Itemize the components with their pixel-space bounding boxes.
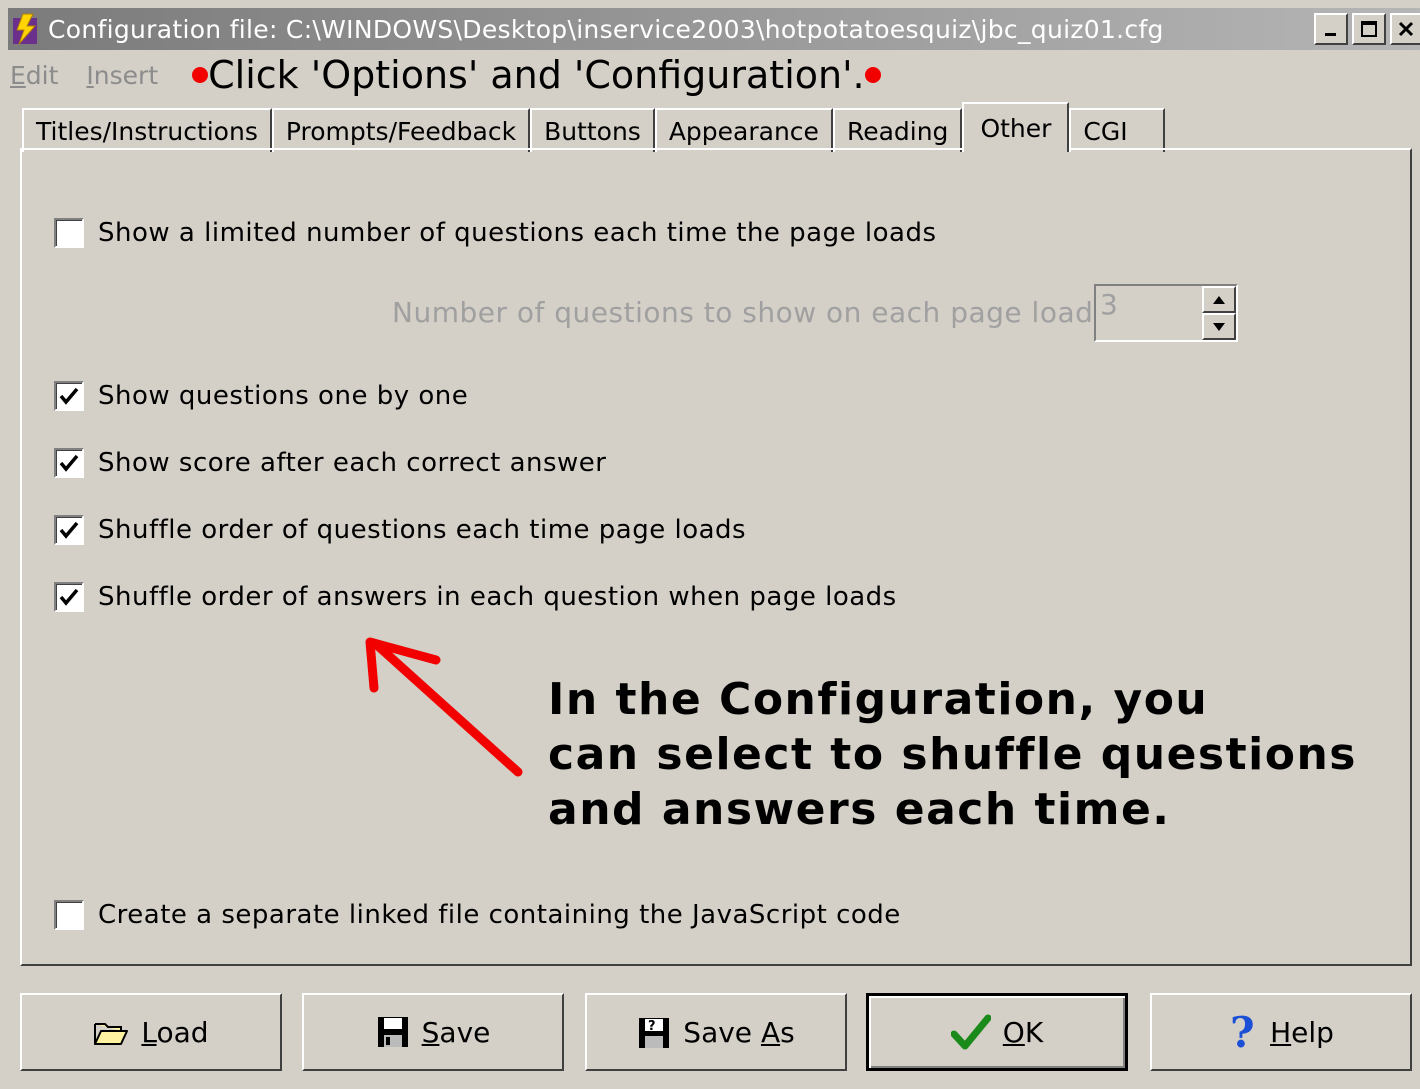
num-questions-spinner[interactable]: 3 [1094,284,1238,342]
option-label: Show a limited number of questions each … [98,218,937,248]
help-question-icon: ? [1228,1011,1258,1053]
help-button[interactable]: ? Help [1150,993,1412,1071]
tab-strip: Titles/Instructions Prompts/Feedback But… [22,102,1166,152]
load-button[interactable]: Load [20,993,282,1071]
check-icon [950,1014,991,1050]
red-dot-icon [864,67,881,83]
option-shuffle-answers[interactable]: Shuffle order of answers in each questio… [54,582,897,612]
num-questions-label: Number of questions to show on each page… [392,296,1104,329]
checkbox-shuffle-answers[interactable] [54,582,84,612]
instruction-text: Click 'Options' and 'Configuration'. [208,53,865,97]
option-limited-questions[interactable]: Show a limited number of questions each … [54,218,937,248]
check-mark-icon [59,454,79,472]
option-label: Show questions one by one [98,381,469,411]
red-arrow-icon [365,637,523,777]
checkbox-show-score[interactable] [54,448,84,478]
check-mark-icon [59,387,79,405]
save-as-button[interactable]: ? Save As [585,993,847,1071]
red-dot-icon [192,67,209,83]
option-label: Shuffle order of answers in each questio… [98,582,897,612]
tab-reading[interactable]: Reading [832,108,963,152]
num-questions-input[interactable]: 3 [1096,286,1202,340]
spin-up-button[interactable] [1202,286,1236,313]
tab-prompts-feedback[interactable]: Prompts/Feedback [271,108,531,152]
option-label: Shuffle order of questions each time pag… [98,515,747,545]
floppy-disk-icon [376,1015,410,1049]
option-separate-js[interactable]: Create a separate linked file containing… [54,900,901,930]
menu-bar: Edit Insert Click 'Options' and 'Configu… [10,53,881,97]
menu-insert[interactable]: Insert [86,61,158,90]
spin-down-button[interactable] [1202,313,1236,340]
menu-edit[interactable]: Edit [10,61,58,90]
ok-button[interactable]: OK [866,993,1128,1071]
option-label: Show score after each correct answer [98,448,607,478]
tab-buttons[interactable]: Buttons [530,108,655,152]
svg-text:?: ? [648,1019,656,1034]
annotation-text: In the Configuration, you can select to … [548,674,1357,835]
check-mark-icon [59,588,79,606]
save-button[interactable]: Save [302,993,564,1071]
folder-open-icon [93,1018,129,1046]
svg-text:?: ? [1230,1011,1255,1053]
check-mark-icon [59,521,79,539]
other-tab-panel [20,148,1412,966]
tab-titles-instructions[interactable]: Titles/Instructions [22,108,272,152]
close-button[interactable] [1390,13,1420,45]
tab-other[interactable]: Other [962,102,1070,152]
option-show-score[interactable]: Show score after each correct answer [54,448,607,478]
checkbox-separate-js[interactable] [54,900,84,930]
checkbox-limited-questions[interactable] [54,218,84,248]
instruction-callout: Click 'Options' and 'Configuration'. [192,53,881,97]
app-icon [10,11,42,47]
checkbox-one-by-one[interactable] [54,381,84,411]
tab-cgi[interactable]: CGI [1069,108,1166,152]
option-label: Create a separate linked file containing… [98,900,901,930]
save-as-icon: ? [637,1014,671,1050]
minimize-button[interactable] [1314,13,1348,45]
title-bar: Configuration file: C:\WINDOWS\Desktop\i… [8,8,1420,50]
window-title: Configuration file: C:\WINDOWS\Desktop\i… [48,14,1164,44]
checkbox-shuffle-questions[interactable] [54,515,84,545]
tab-appearance[interactable]: Appearance [654,108,833,152]
option-one-by-one[interactable]: Show questions one by one [54,381,468,411]
option-shuffle-questions[interactable]: Shuffle order of questions each time pag… [54,515,746,545]
maximize-button[interactable] [1352,13,1386,45]
